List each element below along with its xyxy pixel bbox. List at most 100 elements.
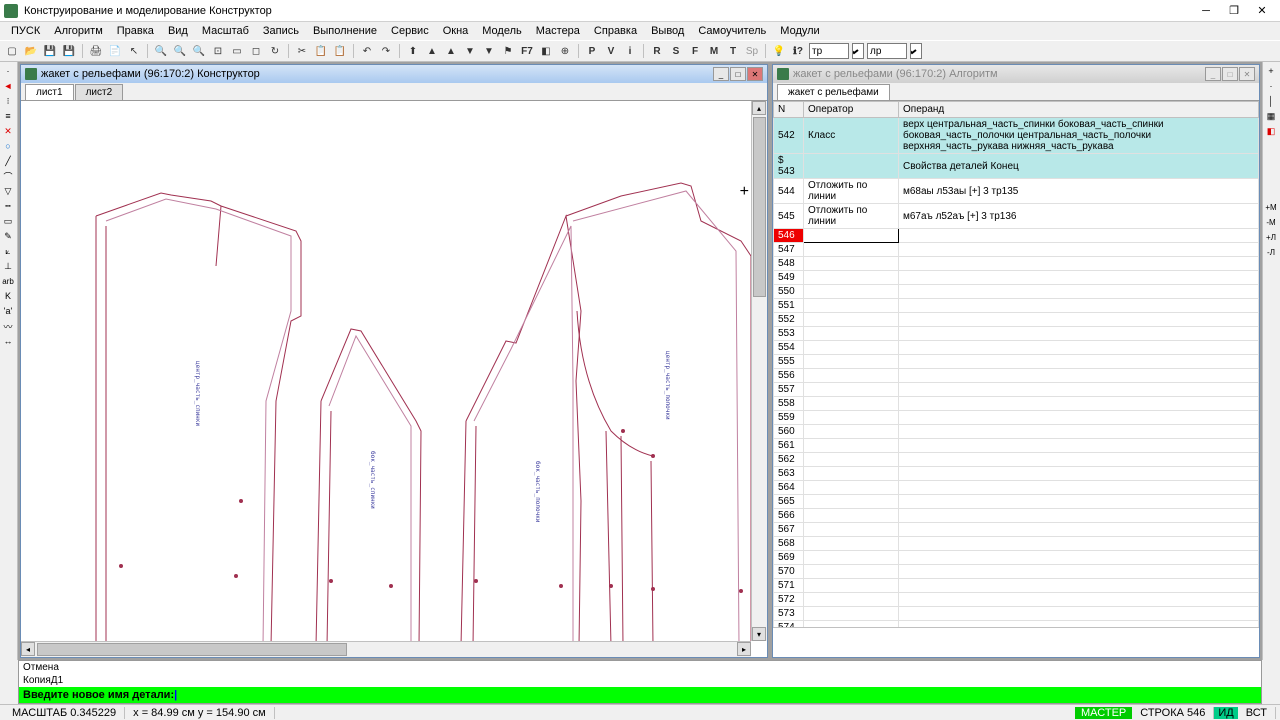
- win-close-icon[interactable]: ✕: [747, 67, 763, 81]
- toolbar-input-2[interactable]: [867, 43, 907, 59]
- zoom-window-icon[interactable]: ▭: [229, 43, 245, 59]
- saveall-icon[interactable]: 💾: [61, 43, 77, 59]
- zoom-in-icon[interactable]: 🔍: [153, 43, 169, 59]
- algo-row[interactable]: 552: [774, 313, 1259, 327]
- algo-row[interactable]: 553: [774, 327, 1259, 341]
- tool-k-icon[interactable]: K: [0, 289, 16, 303]
- rtool-m2-icon[interactable]: -M: [1263, 215, 1279, 229]
- copy-icon[interactable]: 📋: [313, 43, 329, 59]
- up-arrow-icon[interactable]: ⬆: [405, 43, 421, 59]
- cursor-icon[interactable]: ↖: [126, 43, 142, 59]
- tool-perp-icon[interactable]: ⊥: [0, 259, 16, 273]
- tri-solid-icon[interactable]: ▲: [443, 43, 459, 59]
- tool-arb-icon[interactable]: arb: [0, 274, 16, 288]
- rtool-plus-icon[interactable]: +: [1263, 64, 1279, 78]
- minimize-button[interactable]: ─: [1192, 1, 1220, 21]
- menu-пуск[interactable]: ПУСК: [4, 23, 47, 39]
- zoom-fit-icon[interactable]: ⊡: [210, 43, 226, 59]
- win-max-icon[interactable]: □: [730, 67, 746, 81]
- tool-measure-icon[interactable]: ↔: [0, 334, 16, 348]
- algorithm-input-area[interactable]: [773, 627, 1259, 657]
- tool-list-icon[interactable]: ≡: [0, 109, 16, 123]
- scroll-down-icon[interactable]: ▾: [752, 627, 766, 641]
- algo-row[interactable]: 556: [774, 369, 1259, 383]
- menu-масштаб[interactable]: Масштаб: [195, 23, 256, 39]
- pattern-canvas[interactable]: центр_часть_спинки бок_часть_спинки бок_…: [21, 101, 767, 657]
- hscroll-thumb[interactable]: [37, 643, 347, 656]
- algo-row[interactable]: 565: [774, 495, 1259, 509]
- flag-icon[interactable]: ⚑: [500, 43, 516, 59]
- zoom-area-icon[interactable]: ◻: [248, 43, 264, 59]
- win-close-icon[interactable]: ✕: [1239, 67, 1255, 81]
- menu-справка[interactable]: Справка: [587, 23, 644, 39]
- col-operator[interactable]: Оператор: [804, 102, 899, 118]
- algo-row[interactable]: 548: [774, 257, 1259, 271]
- tool-dashed-icon[interactable]: ┅: [0, 199, 16, 213]
- refresh-icon[interactable]: ↻: [267, 43, 283, 59]
- algo-row[interactable]: 568: [774, 537, 1259, 551]
- algo-row[interactable]: 549: [774, 271, 1259, 285]
- tool-dots-icon[interactable]: ⁝: [0, 94, 16, 108]
- printer-icon[interactable]: 📄: [107, 43, 123, 59]
- menu-вид[interactable]: Вид: [161, 23, 195, 39]
- tool-shape-icon[interactable]: ▽: [0, 184, 16, 198]
- i-button[interactable]: i: [622, 43, 638, 59]
- algo-row[interactable]: 547: [774, 243, 1259, 257]
- f7-button[interactable]: F7: [519, 43, 535, 59]
- algo-row[interactable]: 566: [774, 509, 1259, 523]
- algo-row[interactable]: 544Отложить по линиим68аы л53аы [+] 3 тр…: [774, 179, 1259, 204]
- algo-row[interactable]: 559: [774, 411, 1259, 425]
- undo-icon[interactable]: ↶: [359, 43, 375, 59]
- open-icon[interactable]: 📂: [23, 43, 39, 59]
- algorithm-table[interactable]: N Оператор Операнд 542Классверх централь…: [773, 101, 1259, 627]
- menu-запись[interactable]: Запись: [256, 23, 306, 39]
- close-button[interactable]: ✕: [1248, 1, 1276, 21]
- tri-down2-icon[interactable]: ▼: [481, 43, 497, 59]
- t-button[interactable]: T: [725, 43, 741, 59]
- rtool-n-icon[interactable]: +Л: [1263, 230, 1279, 244]
- tool-curve-icon[interactable]: ⌒: [0, 169, 16, 183]
- fill-icon[interactable]: ◧: [538, 43, 554, 59]
- paste-icon[interactable]: 📋: [332, 43, 348, 59]
- tab-sheet2[interactable]: лист2: [75, 84, 124, 100]
- target-icon[interactable]: ⊕: [557, 43, 573, 59]
- menu-алгоритм[interactable]: Алгоритм: [47, 23, 110, 39]
- algo-row[interactable]: 562: [774, 453, 1259, 467]
- tool-wave-icon[interactable]: 〰: [0, 319, 16, 333]
- algo-row[interactable]: 571: [774, 579, 1259, 593]
- tool-circle-icon[interactable]: ○: [0, 139, 16, 153]
- algo-row[interactable]: 563: [774, 467, 1259, 481]
- algo-row[interactable]: 564: [774, 481, 1259, 495]
- algo-row[interactable]: 560: [774, 425, 1259, 439]
- rtool-n2-icon[interactable]: -Л: [1263, 245, 1279, 259]
- maximize-button[interactable]: ❐: [1220, 1, 1248, 21]
- new-icon[interactable]: ▢: [4, 43, 20, 59]
- tool-line-icon[interactable]: ╱: [0, 154, 16, 168]
- rtool-m-icon[interactable]: +M: [1263, 200, 1279, 214]
- print-icon[interactable]: 🖨: [88, 43, 104, 59]
- zoom-tool-icon[interactable]: 🔍: [172, 43, 188, 59]
- tool-x-icon[interactable]: ✕: [0, 124, 16, 138]
- win-min-icon[interactable]: _: [713, 67, 729, 81]
- s-button[interactable]: S: [668, 43, 684, 59]
- col-operand[interactable]: Операнд: [899, 102, 1259, 118]
- algo-row[interactable]: 554: [774, 341, 1259, 355]
- algo-row[interactable]: $ 543Свойства деталей Конец: [774, 154, 1259, 179]
- algo-row[interactable]: 551: [774, 299, 1259, 313]
- tool-point-icon[interactable]: ·: [0, 64, 16, 78]
- scroll-right-icon[interactable]: ▸: [737, 642, 751, 656]
- algo-row[interactable]: 574: [774, 621, 1259, 628]
- f-button[interactable]: F: [687, 43, 703, 59]
- rtool-dot-icon[interactable]: ·: [1263, 79, 1279, 93]
- v-button[interactable]: V: [603, 43, 619, 59]
- hscrollbar[interactable]: ◂ ▸: [21, 641, 751, 657]
- menu-мастера[interactable]: Мастера: [529, 23, 587, 39]
- algo-row[interactable]: 570: [774, 565, 1259, 579]
- algo-row[interactable]: 561: [774, 439, 1259, 453]
- vscrollbar[interactable]: ▴ ▾: [751, 101, 767, 641]
- menu-сервис[interactable]: Сервис: [384, 23, 436, 39]
- win-max-icon[interactable]: □: [1222, 67, 1238, 81]
- algo-row[interactable]: 545Отложить по линиим67аъ л52аъ [+] 3 тр…: [774, 204, 1259, 229]
- toolbar-dd-1[interactable]: [852, 43, 864, 59]
- help-icon[interactable]: 💡: [771, 43, 787, 59]
